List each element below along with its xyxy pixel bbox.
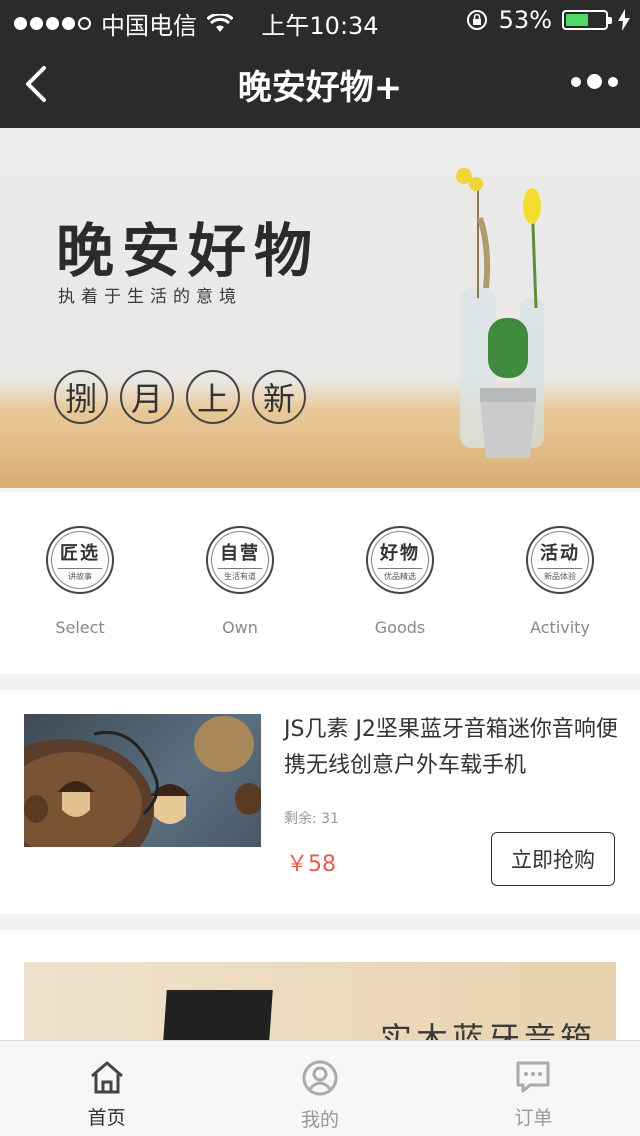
- tab-home[interactable]: 首页: [0, 1041, 213, 1136]
- status-right: 53%: [465, 6, 630, 34]
- product-image[interactable]: [24, 714, 261, 847]
- product-card[interactable]: JS几素 J2坚果蓝牙音箱迷你音响便携无线创意户外车载手机 剩余: 31 ￥58…: [0, 690, 640, 914]
- product-remain: 剩余: 31: [284, 811, 339, 827]
- category-activity[interactable]: 活动 新品体验 Activity: [480, 492, 640, 674]
- tab-bar: 首页 我的 订单: [0, 1040, 640, 1136]
- banner-stamp: 上: [186, 370, 240, 424]
- user-icon: [302, 1060, 338, 1096]
- category-label: Own: [222, 618, 258, 637]
- banner-subtitle: 执着于生活的意境: [58, 287, 242, 307]
- tab-label: 我的: [300, 1109, 339, 1131]
- category-row: 匠选 讲故事 Select 自营 生活有道 Own 好物 优品精选 Goods 活动新…: [0, 492, 640, 674]
- battery-percent: 53%: [498, 6, 552, 34]
- banner-stamp: 捌: [54, 370, 108, 424]
- tab-label: 订单: [514, 1107, 553, 1129]
- tab-label: 首页: [87, 1107, 126, 1129]
- message-icon: [516, 1061, 550, 1093]
- page-title: 晚安好物+: [237, 68, 403, 108]
- tab-mine[interactable]: 我的: [213, 1041, 426, 1136]
- nav-bar: 晚安好物+: [0, 40, 640, 128]
- home-icon: [90, 1061, 123, 1094]
- battery-icon: [562, 10, 612, 30]
- status-bar: 中国电信 上午10:34 53%: [0, 0, 640, 40]
- rotation-lock-icon: [466, 10, 487, 30]
- activity-seal-icon: 活动 新品体验: [526, 526, 594, 594]
- more-dots-icon[interactable]: [571, 74, 618, 89]
- tab-orders[interactable]: 订单: [427, 1041, 640, 1136]
- category-select[interactable]: 匠选 讲故事 Select: [0, 492, 160, 674]
- category-label: Select: [55, 618, 105, 637]
- vase-plant-illustration: [456, 168, 544, 458]
- hero-banner[interactable]: 晚安好物 执着于生活的意境 捌 月 上 新: [0, 128, 640, 488]
- banner-title: 晚安好物: [56, 217, 321, 285]
- category-label: Activity: [530, 618, 590, 637]
- banner-stamp: 新: [252, 370, 306, 424]
- select-seal-icon: 匠选 讲故事: [46, 526, 114, 594]
- product-card[interactable]: 实木蓝牙音箱: [0, 930, 640, 1062]
- banner-stamps: 捌 月 上 新: [54, 370, 306, 424]
- own-seal-icon: 自营 生活有道: [206, 526, 274, 594]
- product-price: ￥58: [286, 852, 336, 877]
- goods-seal-icon: 好物 优品精选: [366, 526, 434, 594]
- banner-stamp: 月: [120, 370, 174, 424]
- category-own[interactable]: 自营 生活有道 Own: [160, 492, 320, 674]
- category-goods[interactable]: 好物 优品精选 Goods: [320, 492, 480, 674]
- charging-icon: [618, 9, 630, 31]
- category-label: Goods: [374, 618, 426, 637]
- buy-now-button[interactable]: 立即抢购: [491, 832, 615, 886]
- product-name[interactable]: JS几素 J2坚果蓝牙音箱迷你音响便携无线创意户外车载手机: [284, 712, 624, 784]
